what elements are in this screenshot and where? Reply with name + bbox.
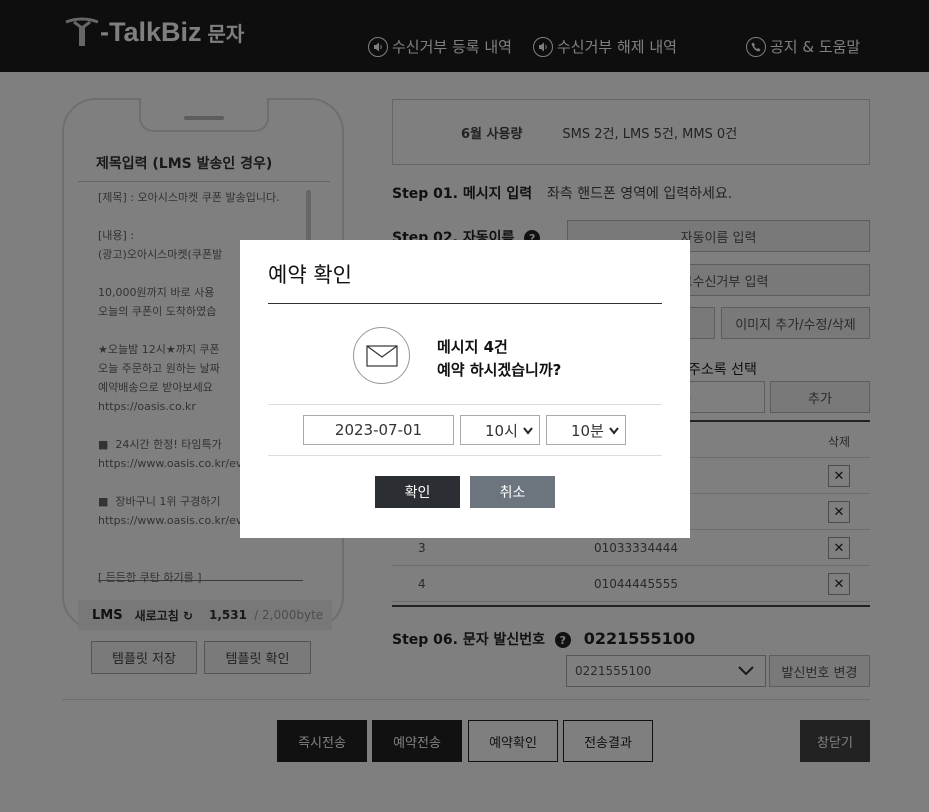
divider: [268, 455, 662, 456]
chevron-down-icon: [609, 427, 619, 435]
cancel-button[interactable]: 취소: [470, 476, 555, 508]
chevron-down-icon: [523, 427, 533, 435]
hour-value: 10시: [485, 421, 518, 440]
modal-message: 메시지 4건 예약 하시겠습니까?: [437, 336, 561, 382]
modal-message-line1: 메시지 4건: [437, 338, 508, 356]
reserve-date-input[interactable]: 2023-07-01: [303, 415, 454, 445]
minute-value: 10분: [571, 421, 604, 440]
modal-message-line2: 예약 하시겠습니까?: [437, 361, 562, 379]
reservation-modal: 예약 확인 메시지 4건 예약 하시겠습니까? 2023-07-01 10시 1…: [240, 240, 690, 538]
divider: [268, 303, 662, 304]
modal-title: 예약 확인: [268, 263, 352, 287]
hour-select[interactable]: 10시: [460, 415, 540, 445]
divider: [268, 404, 662, 405]
confirm-button[interactable]: 확인: [375, 476, 460, 508]
minute-select[interactable]: 10분: [546, 415, 626, 445]
envelope-icon: [353, 327, 410, 384]
